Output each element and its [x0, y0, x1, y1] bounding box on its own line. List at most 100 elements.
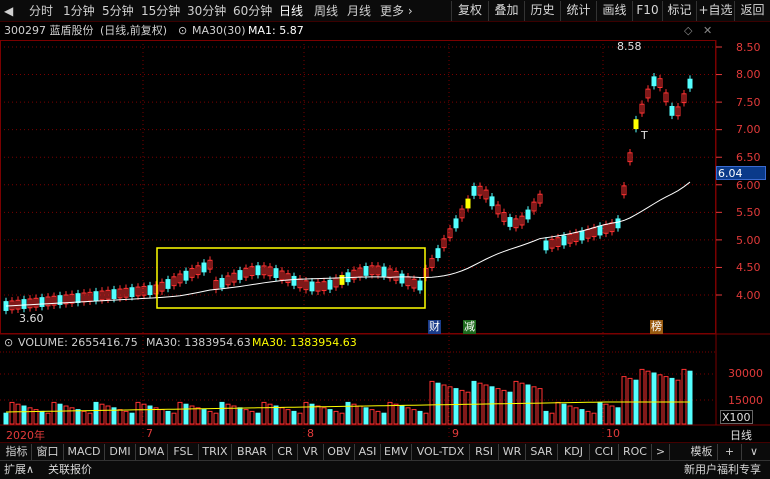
candle [669, 105, 675, 116]
tab-cci[interactable]: CCI [590, 444, 619, 460]
volume-bar [657, 374, 663, 425]
date-month-8: 8 [307, 427, 314, 440]
candle [255, 265, 261, 276]
volume-bar [687, 370, 693, 425]
tab-sar[interactable]: SAR [526, 444, 558, 460]
volume-bar [585, 410, 591, 425]
tab-more-arrow[interactable]: > [652, 444, 670, 460]
tab-asi[interactable]: ASI [355, 444, 381, 460]
volume-bar [531, 386, 537, 425]
period-tab-monthly[interactable]: 月线 [347, 3, 371, 19]
tab-trix[interactable]: TRIX [199, 444, 232, 460]
template-button[interactable]: 模板 [686, 444, 718, 460]
back-button[interactable]: 返回 [734, 1, 770, 21]
volume-bar [513, 380, 519, 425]
mark-button[interactable]: 标记 [662, 1, 696, 21]
volume-header: ⊙ VOLUME: 2655416.75 MA30: 1383954.63 MA… [0, 335, 720, 351]
volume-bar [567, 405, 573, 425]
volume-bar [357, 405, 363, 425]
volume-bar [129, 412, 135, 425]
tab-wr[interactable]: WR [499, 444, 526, 460]
indicator-tab-bar: 指标 窗口 MACD DMI DMA FSL TRIX BRAR CR VR O… [0, 442, 770, 460]
tab-vr[interactable]: VR [298, 444, 324, 460]
volume-ma30-value: MA30: 1383954.63 [146, 336, 251, 349]
volume-bar [321, 407, 327, 425]
candle [525, 209, 531, 220]
volume-ma30-yellow: MA30: 1383954.63 [252, 336, 357, 349]
add-favorite-button[interactable]: +自选 [696, 1, 734, 21]
tab-kdj[interactable]: KDJ [558, 444, 590, 460]
period-tab-60min[interactable]: 60分钟 [233, 3, 272, 19]
volume-bar [39, 410, 45, 425]
volume-bar [639, 368, 645, 425]
volume-bar [261, 401, 267, 425]
tab-rsi[interactable]: RSI [470, 444, 499, 460]
current-price-tag: 6.04 [716, 166, 766, 180]
back-arrow-icon[interactable]: ◀ [4, 3, 13, 19]
volume-bar [9, 401, 15, 425]
tab-dma[interactable]: DMA [136, 444, 168, 460]
candle [93, 291, 99, 302]
candle [309, 281, 315, 292]
kline-chart[interactable] [0, 22, 770, 442]
tab-fsl[interactable]: FSL [168, 444, 199, 460]
expand-button[interactable]: 扩展∧ [4, 462, 34, 478]
volume-bar [57, 403, 63, 425]
volume-bar [423, 412, 429, 425]
price-tick: 7.00 [736, 123, 761, 136]
tab-emv[interactable]: EMV [381, 444, 412, 460]
new-user-promo[interactable]: 新用户福利专享 [684, 462, 761, 478]
candle [543, 240, 549, 251]
volume-bar [681, 368, 687, 425]
top-list-badge[interactable]: 榜 [650, 320, 663, 334]
reduce-holding-badge[interactable]: 减 [463, 320, 476, 334]
volume-bar [207, 410, 213, 425]
financial-report-badge[interactable]: 财 [428, 320, 441, 334]
tab-macd[interactable]: MACD [64, 444, 105, 460]
period-tab-weekly[interactable]: 周线 [314, 3, 338, 19]
price-tick: 5.00 [736, 234, 761, 247]
period-tab-30min[interactable]: 30分钟 [187, 3, 226, 19]
period-tab-15min[interactable]: 15分钟 [141, 3, 180, 19]
history-button[interactable]: 历史 [524, 1, 560, 21]
volume-unit: X100 [720, 410, 753, 424]
collapse-arrow-button[interactable]: ∨ [742, 444, 766, 460]
candle [219, 277, 225, 288]
tab-indicator[interactable]: 指标 [2, 444, 32, 460]
tab-window[interactable]: 窗口 [32, 444, 64, 460]
tab-brar[interactable]: BRAR [232, 444, 273, 460]
volume-bar [327, 409, 333, 425]
f10-button[interactable]: F10 [632, 1, 662, 21]
volume-bar [399, 405, 405, 425]
draw-line-button[interactable]: 画线 [596, 1, 632, 21]
volume-bar [591, 412, 597, 425]
tab-dmi[interactable]: DMI [105, 444, 136, 460]
volume-bar [75, 409, 81, 425]
candle [651, 76, 657, 87]
period-tab-fenshi[interactable]: 分时 [29, 3, 53, 19]
candle [465, 198, 471, 209]
fuquan-button[interactable]: 复权 [451, 1, 488, 21]
related-quote-button[interactable]: 关联报价 [48, 462, 92, 478]
volume-bar [549, 412, 555, 425]
indicator-menu-icon[interactable]: ⊙ [4, 335, 13, 351]
stats-button[interactable]: 统计 [560, 1, 596, 21]
date-month-7: 7 [146, 427, 153, 440]
volume-bar [195, 407, 201, 425]
tab-roc[interactable]: ROC [619, 444, 652, 460]
volume-bar [237, 407, 243, 425]
volume-bar [123, 410, 129, 425]
tab-cr[interactable]: CR [273, 444, 298, 460]
volume-bar [561, 403, 567, 425]
tab-vol-tdx[interactable]: VOL-TDX [412, 444, 470, 460]
price-tick: 8.50 [736, 41, 761, 54]
volume-bar [597, 401, 603, 425]
overlay-button[interactable]: 叠加 [488, 1, 524, 21]
period-tab-daily[interactable]: 日线 [279, 3, 303, 19]
bottom-bar: 扩展∧ 关联报价 新用户福利专享 [0, 460, 770, 479]
tab-obv[interactable]: OBV [324, 444, 355, 460]
period-tab-5min[interactable]: 5分钟 [102, 3, 134, 19]
add-window-button[interactable]: + [718, 444, 742, 460]
period-tab-1min[interactable]: 1分钟 [63, 3, 95, 19]
period-tab-more[interactable]: 更多 › [380, 3, 413, 19]
